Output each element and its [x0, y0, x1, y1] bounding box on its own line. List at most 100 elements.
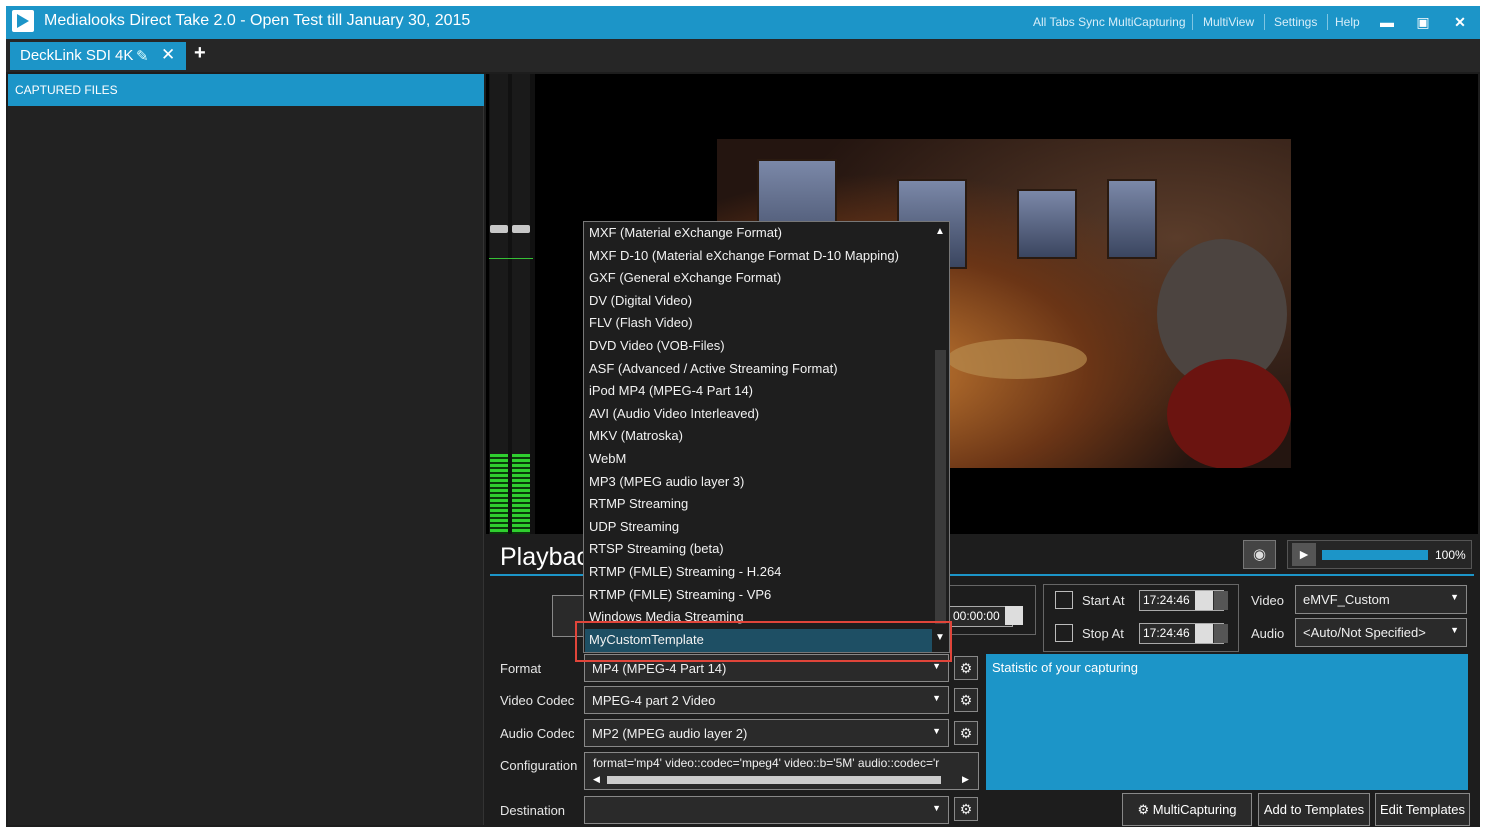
dropdown-item[interactable]: iPod MP4 (MPEG-4 Part 14): [589, 383, 753, 405]
video-codec-select[interactable]: MPEG-4 part 2 Video ▼: [584, 686, 949, 714]
duration-field[interactable]: 00:00:00: [949, 606, 1013, 627]
window-title: Medialooks Direct Take 2.0 - Open Test t…: [44, 12, 471, 29]
video-output-value: eMVF_Custom: [1303, 592, 1390, 607]
dropdown-item[interactable]: MKV (Matroska): [589, 428, 683, 450]
duration-group: 00:00:00: [944, 585, 1036, 635]
audio-output-value: <Auto/Not Specified>: [1303, 625, 1426, 640]
statistics-label: Statistic of your capturing: [992, 660, 1138, 675]
dropdown-item[interactable]: RTSP Streaming (beta): [589, 541, 724, 563]
chevron-down-icon: ▼: [932, 693, 941, 703]
camera-icon: ◉: [1252, 546, 1267, 563]
video-output-label: Video: [1251, 593, 1285, 608]
destination-settings-icon[interactable]: ⚙: [954, 797, 978, 821]
video-codec-value: MPEG-4 part 2 Video: [592, 693, 716, 708]
menu-separator: [1327, 14, 1328, 30]
multicapturing-label: MultiCapturing: [1152, 802, 1237, 817]
dropdown-item[interactable]: MP3 (MPEG audio layer 3): [589, 474, 744, 496]
snapshot-button[interactable]: ◉: [1243, 540, 1276, 569]
destination-select[interactable]: ▼: [584, 796, 949, 824]
dropdown-scrollbar[interactable]: ▲ ▼: [933, 222, 949, 652]
audio-codec-select[interactable]: MP2 (MPEG audio layer 2) ▼: [584, 719, 949, 747]
vu-gain-handle-right[interactable]: [512, 225, 530, 233]
vu-channel-right: [512, 74, 530, 534]
volume-slider[interactable]: [1322, 550, 1428, 560]
format-settings-gear-icon[interactable]: ⚙: [954, 656, 978, 680]
volume-percent: 100%: [1435, 548, 1466, 562]
close-tab-icon[interactable]: ✕: [161, 45, 175, 65]
dropdown-item[interactable]: RTMP Streaming: [589, 496, 688, 518]
start-at-checkbox[interactable]: [1055, 591, 1073, 609]
dropdown-item[interactable]: UDP Streaming: [589, 519, 679, 541]
dropdown-item[interactable]: ASF (Advanced / Active Streaming Format): [589, 361, 838, 383]
dropdown-item[interactable]: MXF D-10 (Material eXchange Format D-10 …: [589, 248, 899, 270]
dropdown-item[interactable]: AVI (Audio Video Interleaved): [589, 406, 759, 428]
scroll-thumb[interactable]: [935, 350, 946, 624]
audio-output-select[interactable]: <Auto/Not Specified> ▼: [1295, 618, 1467, 647]
scroll-up-icon[interactable]: ▲: [935, 226, 945, 237]
menu-separator: [1264, 14, 1265, 30]
menu-help[interactable]: Help: [1335, 15, 1360, 29]
scroll-left-icon[interactable]: ◀: [593, 774, 600, 785]
title-bar: Medialooks Direct Take 2.0 - Open Test t…: [6, 6, 1480, 39]
statistics-panel: Statistic of your capturing: [986, 654, 1468, 790]
menu-settings[interactable]: Settings: [1274, 15, 1317, 29]
close-window-icon[interactable]: ✕: [1449, 11, 1471, 33]
pin-icon[interactable]: ✎: [136, 47, 149, 65]
vu-gain-handle-left[interactable]: [490, 225, 508, 233]
dropdown-item[interactable]: DV (Digital Video): [589, 293, 692, 315]
menu-all-tabs-sync[interactable]: All Tabs Sync MultiCapturing: [1033, 15, 1186, 29]
speaker-icon[interactable]: ►: [1292, 543, 1316, 566]
stop-time-dropdown[interactable]: [1214, 624, 1228, 643]
dropdown-item[interactable]: FLV (Flash Video): [589, 315, 693, 337]
chevron-down-icon: ▼: [1450, 625, 1459, 635]
configuration-scrollbar[interactable]: ◀ ▶: [593, 774, 973, 785]
edit-templates-button[interactable]: Edit Templates: [1375, 793, 1470, 826]
add-tab-icon[interactable]: +: [194, 42, 206, 65]
gears-icon: ⚙: [1137, 802, 1153, 817]
video-codec-gear-icon[interactable]: ⚙: [954, 688, 978, 712]
multicapturing-button[interactable]: ⚙ MultiCapturing: [1122, 793, 1252, 826]
dropdown-item[interactable]: GXF (General eXchange Format): [589, 270, 781, 292]
dropdown-item[interactable]: RTMP (FMLE) Streaming - VP6: [589, 587, 771, 609]
dropdown-item[interactable]: MXF (Material eXchange Format): [589, 225, 782, 247]
volume-control: ► 100%: [1287, 540, 1472, 569]
destination-label: Destination: [500, 803, 566, 818]
format-dropdown-list[interactable]: MXF (Material eXchange Format) MXF D-10 (…: [583, 221, 950, 653]
minimize-icon[interactable]: ▬: [1376, 11, 1398, 33]
start-time-dropdown[interactable]: [1214, 591, 1228, 610]
schedule-group: Start At 17:24:46 Stop At 17:24:46: [1043, 584, 1239, 652]
video-output-select[interactable]: eMVF_Custom ▼: [1295, 585, 1467, 614]
scroll-right-icon[interactable]: ▶: [962, 774, 969, 785]
stop-time-spinner[interactable]: [1195, 624, 1213, 643]
captured-files-header: CAPTURED FILES: [8, 74, 484, 106]
tab-label: DeckLink SDI 4K: [20, 47, 134, 64]
start-at-label: Start At: [1082, 593, 1125, 608]
audio-output-label: Audio: [1251, 626, 1285, 641]
configuration-field[interactable]: format='mp4' video::codec='mpeg4' video:…: [584, 752, 979, 790]
vu-marker: [489, 258, 533, 259]
start-time-spinner[interactable]: [1195, 591, 1213, 610]
dropdown-item[interactable]: DVD Video (VOB-Files): [589, 338, 725, 360]
scroll-thumb[interactable]: [607, 776, 941, 784]
chevron-down-icon: ▼: [932, 661, 941, 671]
menu-separator: [1192, 14, 1193, 30]
dropdown-item[interactable]: RTMP (FMLE) Streaming - H.264: [589, 564, 781, 586]
vu-level-left: [490, 454, 508, 534]
stop-at-checkbox[interactable]: [1055, 624, 1073, 642]
configuration-value: format='mp4' video::codec='mpeg4' video:…: [593, 756, 940, 770]
chevron-down-icon: ▼: [1450, 592, 1459, 602]
duration-spinner[interactable]: [1005, 606, 1023, 625]
vu-channel-left: [490, 74, 508, 534]
audio-codec-gear-icon[interactable]: ⚙: [954, 721, 978, 745]
captured-files-title: CAPTURED FILES: [15, 83, 118, 97]
chevron-down-icon: ▼: [932, 803, 941, 813]
menu-multiview[interactable]: MultiView: [1203, 15, 1254, 29]
add-to-templates-button[interactable]: Add to Templates: [1258, 793, 1370, 826]
captured-files-panel: CAPTURED FILES: [8, 74, 484, 825]
maximize-icon[interactable]: ▣: [1412, 11, 1434, 33]
audio-codec-label: Audio Codec: [500, 726, 575, 741]
format-value: MP4 (MPEG-4 Part 14): [592, 661, 727, 676]
chevron-down-icon: ▼: [932, 726, 941, 736]
tab-decklink[interactable]: DeckLink SDI 4K ✎ ✕: [10, 42, 186, 70]
dropdown-item[interactable]: WebM: [589, 451, 626, 473]
